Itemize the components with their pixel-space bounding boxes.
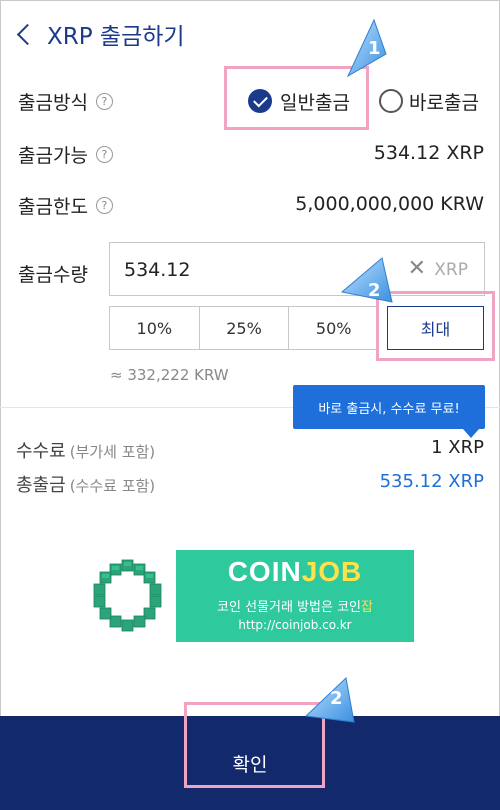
amount-input[interactable]: 534.12 ✕ XRP bbox=[109, 242, 485, 296]
callout-marker-2: 2 bbox=[340, 256, 393, 303]
banner-title-main: COIN bbox=[227, 556, 302, 587]
fee-value: 1 XRP bbox=[431, 437, 484, 458]
approx-krw: ≈ 332,222 KRW bbox=[110, 366, 229, 384]
fee-label: 수수료 bbox=[16, 441, 66, 462]
percent-25-button[interactable]: 25% bbox=[198, 306, 290, 350]
available-value: 534.12 XRP bbox=[373, 142, 484, 164]
radio-unchecked-icon bbox=[379, 89, 403, 113]
banner-url: http://coinjob.co.kr bbox=[238, 618, 352, 632]
total-value: 535.12 XRP bbox=[379, 471, 484, 492]
percent-10-button[interactable]: 10% bbox=[109, 306, 200, 350]
callout-number-2: 2 bbox=[368, 280, 381, 301]
callout-number-1: 1 bbox=[368, 38, 381, 59]
fee-sub-label: (부가세 포함) bbox=[69, 443, 156, 461]
banner-title-accent: JOB bbox=[301, 556, 363, 587]
banner-logo-area bbox=[80, 550, 176, 642]
amount-unit: XRP bbox=[434, 260, 468, 280]
radio-normal-label: 일반출금 bbox=[280, 91, 350, 114]
total-label: 총출금 bbox=[16, 475, 66, 496]
amount-label: 출금수량 bbox=[18, 263, 88, 286]
radio-checked-icon bbox=[248, 89, 272, 113]
banner-slogan-main: 코인 선물거래 방법은 코인 bbox=[217, 600, 361, 615]
banner-slogan-accent: 잡 bbox=[361, 600, 373, 615]
clear-icon[interactable]: ✕ bbox=[408, 258, 426, 280]
header: XRP 출금하기 bbox=[16, 14, 185, 54]
callout-marker-1: 1 bbox=[344, 18, 388, 78]
limit-value: 5,000,000,000 KRW bbox=[295, 193, 484, 215]
callout-marker-2b: 2 bbox=[302, 676, 355, 723]
coinjob-banner[interactable]: COINJOB 코인 선물거래 방법은 코인잡 http://coinjob.c… bbox=[80, 550, 414, 642]
percent-50-button[interactable]: 50% bbox=[288, 306, 380, 350]
fee-label-row: 수수료 (부가세 포함) bbox=[16, 437, 155, 463]
limit-label-row: 출금한도 ? bbox=[18, 190, 113, 220]
available-label: 출금가능 bbox=[18, 144, 88, 167]
back-chevron-icon[interactable] bbox=[16, 23, 39, 45]
page-title: XRP 출금하기 bbox=[47, 24, 185, 50]
banner-slogan: 코인 선물거래 방법은 코인잡 bbox=[176, 596, 414, 615]
limit-label: 출금한도 bbox=[18, 195, 88, 218]
callout-number-2b: 2 bbox=[330, 688, 343, 709]
percent-buttons: 10% 25% 50% bbox=[109, 306, 380, 350]
cube-ring-logo-icon bbox=[93, 559, 162, 632]
help-icon[interactable]: ? bbox=[95, 145, 113, 163]
banner-title: COINJOB bbox=[176, 556, 414, 588]
amount-input-value: 534.12 bbox=[124, 259, 191, 281]
help-icon[interactable]: ? bbox=[95, 92, 113, 110]
radio-instant-withdraw[interactable]: 바로출금 bbox=[379, 86, 479, 116]
instant-withdraw-tooltip: 바로 출금시, 수수료 무료! bbox=[293, 385, 485, 429]
radio-instant-label: 바로출금 bbox=[409, 91, 479, 114]
radio-normal-withdraw[interactable]: 일반출금 bbox=[248, 86, 350, 116]
available-label-row: 출금가능 ? bbox=[18, 139, 113, 169]
method-label-row: 출금방식 ? bbox=[18, 86, 113, 116]
help-icon[interactable]: ? bbox=[95, 196, 113, 214]
total-label-row: 총출금 (수수료 포함) bbox=[16, 471, 155, 497]
total-sub-label: (수수료 포함) bbox=[69, 477, 156, 495]
method-label: 출금방식 bbox=[18, 91, 88, 114]
